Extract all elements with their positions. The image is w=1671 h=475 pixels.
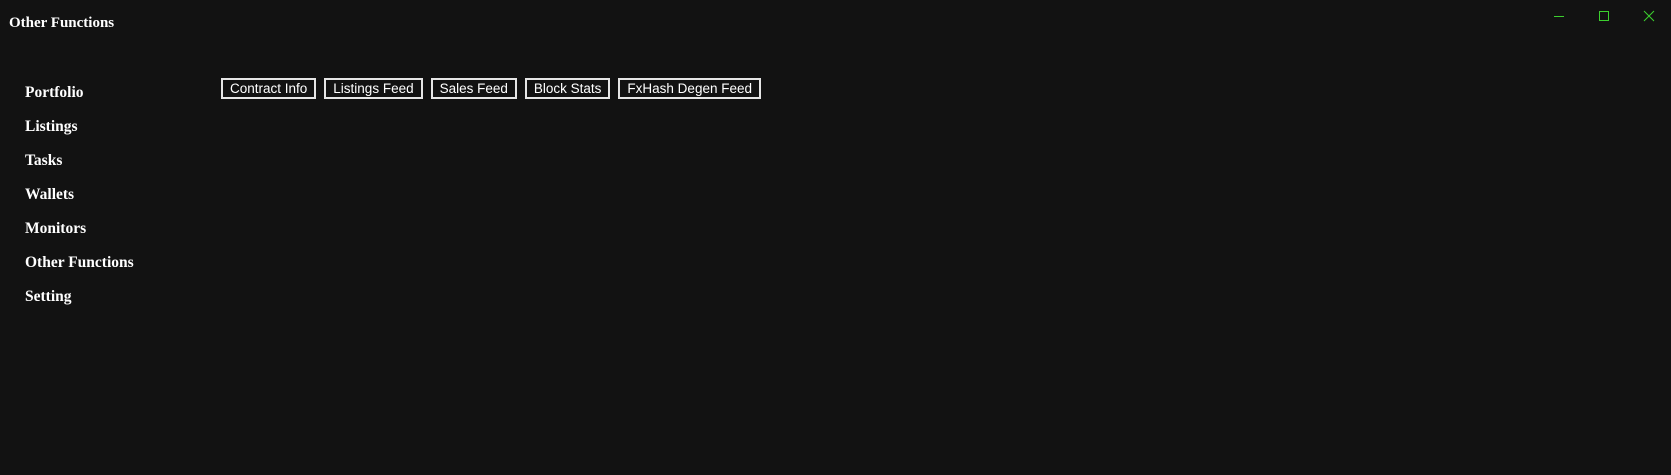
close-button[interactable] [1626,0,1671,32]
sidebar-item-listings[interactable]: Listings [25,116,195,150]
maximize-button[interactable] [1581,0,1626,32]
sidebar-item-wallets[interactable]: Wallets [25,184,195,218]
sidebar-item-tasks[interactable]: Tasks [25,150,195,184]
listings-feed-button[interactable]: Listings Feed [324,78,423,99]
fxhash-degen-feed-button[interactable]: FxHash Degen Feed [618,78,761,99]
function-toolbar: Contract Info Listings Feed Sales Feed B… [221,78,761,99]
minimize-button[interactable] [1536,0,1581,32]
sales-feed-button[interactable]: Sales Feed [430,78,517,99]
window-controls [1536,0,1671,32]
minimize-icon [1553,16,1564,17]
maximize-icon [1598,11,1609,21]
close-icon [1643,10,1654,22]
window-title: Other Functions [9,15,115,31]
contract-info-button[interactable]: Contract Info [221,78,317,99]
block-stats-button[interactable]: Block Stats [524,78,611,99]
sidebar-item-setting[interactable]: Setting [25,286,195,320]
app-window: Other Functions Portfolio Listings Tasks… [0,0,1671,475]
sidebar-nav: Portfolio Listings Tasks Wallets Monitor… [25,82,195,320]
sidebar-item-other-functions[interactable]: Other Functions [25,252,195,286]
sidebar-item-monitors[interactable]: Monitors [25,218,195,252]
sidebar-item-portfolio[interactable]: Portfolio [25,82,195,116]
